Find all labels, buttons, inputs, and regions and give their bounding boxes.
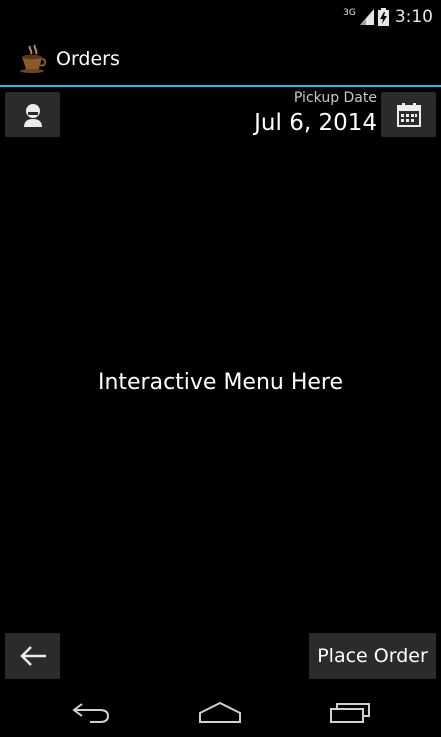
pickup-date-label: Pickup Date xyxy=(293,90,377,106)
signal-icon xyxy=(359,9,374,25)
calendar-icon xyxy=(396,102,421,127)
action-bar: Orders xyxy=(0,34,441,85)
back-button[interactable] xyxy=(5,633,60,679)
status-bar: 3G 3:10 xyxy=(0,0,441,34)
place-order-button[interactable]: Place Order xyxy=(309,633,436,679)
interactive-menu-placeholder: Interactive Menu Here xyxy=(97,370,344,395)
nav-home-icon xyxy=(199,701,241,723)
network-type-label: 3G xyxy=(343,7,356,18)
pickup-date-value: Jul 6, 2014 xyxy=(254,110,377,136)
arrow-left-icon xyxy=(19,646,46,666)
battery-icon xyxy=(377,8,389,26)
profile-button[interactable] xyxy=(5,92,60,137)
person-icon xyxy=(23,103,42,127)
action-bar-title: Orders xyxy=(56,48,120,70)
nav-back-icon xyxy=(72,703,110,723)
status-icons: 3G 3:10 xyxy=(343,6,433,28)
system-navigation-bar xyxy=(0,684,441,737)
nav-home-button[interactable] xyxy=(195,696,245,728)
nav-recents-button[interactable] xyxy=(325,696,375,728)
action-bar-divider xyxy=(0,85,441,87)
calendar-button[interactable] xyxy=(381,92,436,137)
status-time: 3:10 xyxy=(394,7,433,27)
nav-recents-icon xyxy=(330,703,370,723)
coffee-cup-icon xyxy=(20,44,47,73)
nav-back-button[interactable] xyxy=(66,696,116,728)
